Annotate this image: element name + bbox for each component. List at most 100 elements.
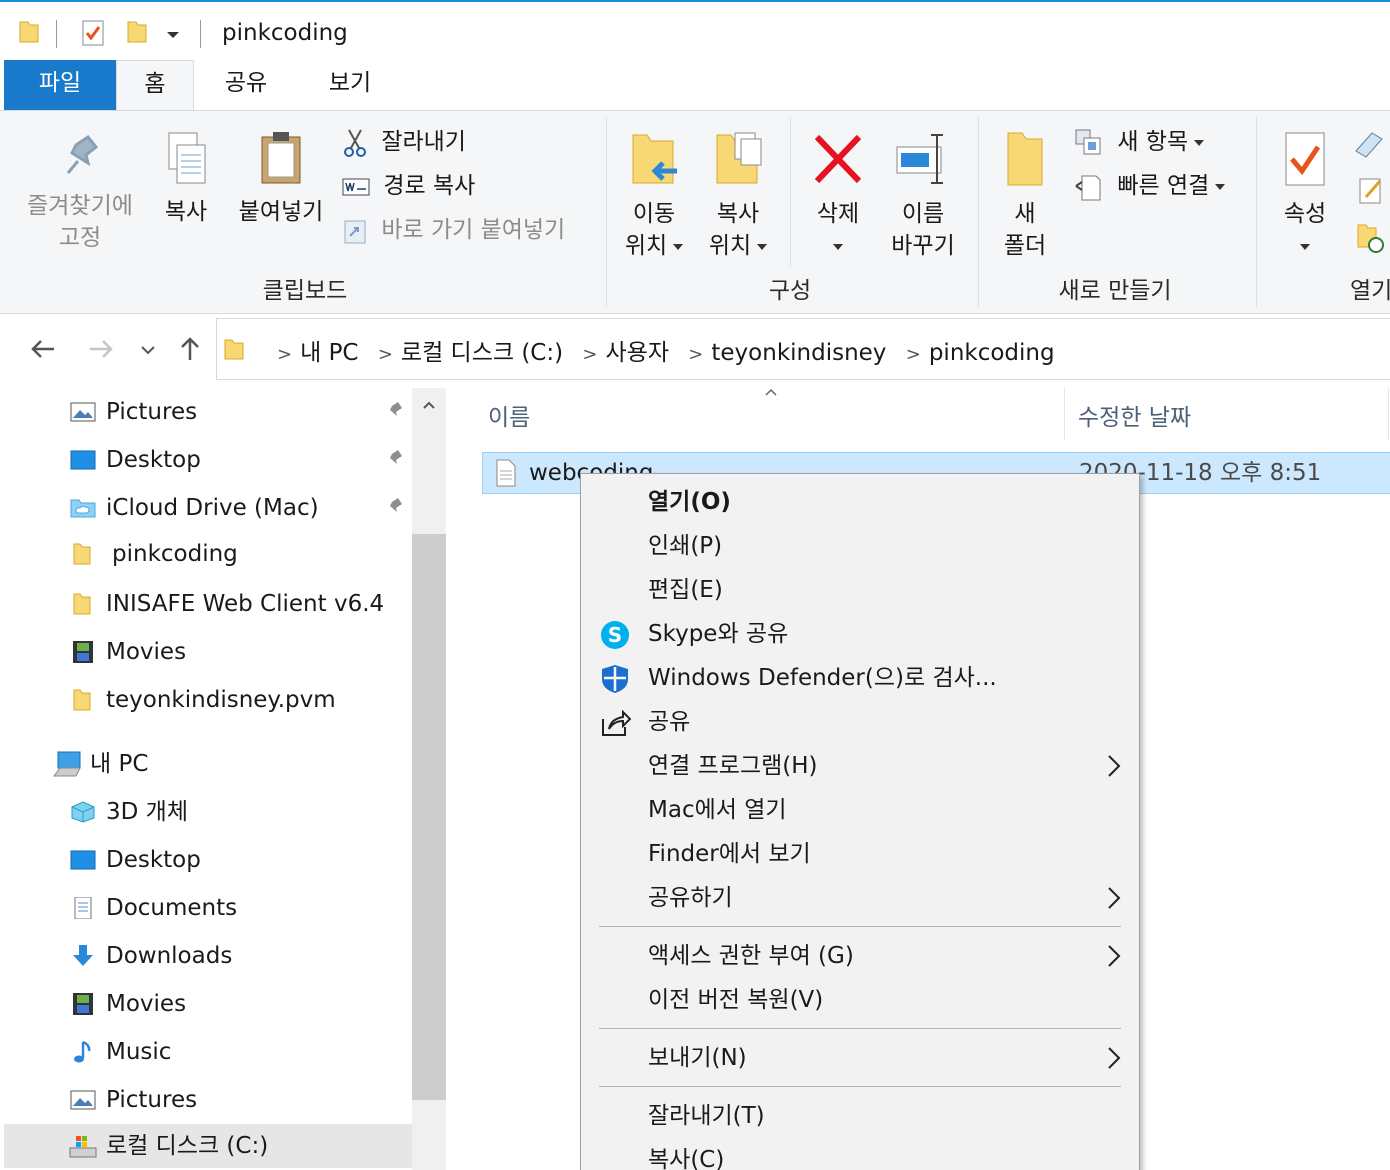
menu-item-copy[interactable]: 복사(C) bbox=[581, 1138, 1139, 1170]
tab-share[interactable]: 공유 bbox=[206, 60, 286, 110]
menu-item-skype-share[interactable]: S Skype와 공유 bbox=[581, 612, 1139, 656]
rename-icon bbox=[896, 134, 943, 184]
up-arrow-icon[interactable] bbox=[178, 336, 202, 362]
separator bbox=[790, 117, 791, 267]
nav-item-pinkcoding[interactable]: pinkcoding bbox=[0, 532, 412, 576]
customize-toolbar-icon[interactable] bbox=[166, 30, 180, 40]
copy-path-button[interactable]: 경로 복사 bbox=[342, 169, 475, 203]
navigation-bar: > 내 PC > 로컬 디스크 (C:) > 사용자 > teyonkindisney … bbox=[0, 316, 1390, 384]
pin-icon[interactable] bbox=[384, 496, 404, 520]
nav-item-pc-desktop[interactable]: Desktop bbox=[0, 838, 412, 882]
move-to-button[interactable]: 이동 위치 bbox=[614, 129, 694, 262]
crumb-current[interactable]: pinkcoding bbox=[929, 340, 1055, 366]
file-icon bbox=[496, 459, 516, 487]
column-separator[interactable] bbox=[1388, 388, 1389, 440]
nav-item-movies[interactable]: Movies bbox=[0, 630, 412, 674]
menu-label: 이전 버전 복원(V) bbox=[648, 987, 824, 1013]
address-bar[interactable]: > 내 PC > 로컬 디스크 (C:) > 사용자 > teyonkindisney … bbox=[216, 318, 1390, 380]
menu-item-print[interactable]: 인쇄(P) bbox=[581, 524, 1139, 568]
properties-quick-icon[interactable] bbox=[80, 18, 106, 48]
nav-item-downloads[interactable]: Downloads bbox=[0, 934, 412, 978]
chevron-right-icon bbox=[1108, 945, 1121, 967]
crumb-this-pc[interactable]: 내 PC bbox=[300, 340, 358, 366]
nav-item-desktop[interactable]: Desktop bbox=[0, 438, 412, 482]
open-icon[interactable] bbox=[1352, 129, 1386, 159]
crumb-user[interactable]: teyonkindisney bbox=[711, 340, 886, 366]
menu-item-cut[interactable]: 잘라내기(T) bbox=[581, 1094, 1139, 1138]
tab-view[interactable]: 보기 bbox=[310, 60, 390, 110]
rename-button[interactable]: 이름 바꾸기 bbox=[882, 129, 964, 262]
sort-ascending-icon bbox=[765, 388, 777, 396]
forward-arrow-icon[interactable] bbox=[88, 338, 114, 360]
nav-item-pictures[interactable]: Pictures bbox=[0, 390, 412, 434]
nav-scroll-thumb[interactable] bbox=[412, 534, 446, 1100]
column-header-date[interactable]: 수정한 날짜 bbox=[1078, 398, 1191, 432]
new-folder-quick-icon[interactable] bbox=[126, 18, 148, 44]
menu-item-open-in-mac[interactable]: Mac에서 열기 bbox=[581, 788, 1139, 832]
nav-item-music[interactable]: Music bbox=[0, 1030, 412, 1074]
nav-item-local-disk[interactable]: 로컬 디스크 (C:) bbox=[4, 1124, 412, 1168]
menu-label: 열기(O) bbox=[648, 489, 731, 515]
recent-locations-icon[interactable] bbox=[140, 344, 156, 356]
menu-item-send-to[interactable]: 보내기(N) bbox=[581, 1036, 1139, 1080]
copy-path-label: 경로 복사 bbox=[383, 173, 476, 199]
properties-button[interactable]: 속성 bbox=[1270, 129, 1340, 262]
pin-to-quick-access-button[interactable]: 즐겨찾기에 고정 bbox=[14, 133, 146, 254]
nav-item-icloud[interactable]: iCloud Drive (Mac) bbox=[0, 486, 412, 530]
history-icon[interactable] bbox=[1356, 221, 1386, 255]
rename-label-2: 바꾸기 bbox=[891, 233, 955, 259]
new-item-icon bbox=[1075, 129, 1101, 154]
edit-icon[interactable] bbox=[1356, 175, 1386, 205]
pin-icon[interactable] bbox=[384, 448, 404, 472]
scissors-icon bbox=[344, 129, 366, 157]
copy-to-button[interactable]: 복사 위치 bbox=[698, 129, 778, 262]
paste-label: 붙여넣기 bbox=[238, 199, 324, 225]
menu-label: Skype와 공유 bbox=[648, 621, 789, 647]
paste-button[interactable]: 붙여넣기 bbox=[232, 129, 330, 228]
menu-item-restore-versions[interactable]: 이전 버전 복원(V) bbox=[581, 978, 1139, 1022]
menu-item-open-with[interactable]: 연결 프로그램(H) bbox=[581, 744, 1139, 788]
nav-item-pc-movies[interactable]: Movies bbox=[0, 982, 412, 1026]
movies-icon bbox=[73, 641, 93, 663]
menu-item-sharing[interactable]: 공유하기 bbox=[581, 876, 1139, 920]
menu-item-defender-scan[interactable]: Windows Defender(으)로 검사... bbox=[581, 656, 1139, 700]
copy-path-icon bbox=[342, 178, 370, 195]
menu-item-give-access[interactable]: 액세스 권한 부여 (G) bbox=[581, 934, 1139, 978]
nav-item-documents[interactable]: Documents bbox=[0, 886, 412, 930]
move-to-label-2: 위치 bbox=[624, 233, 668, 259]
cut-button[interactable]: 잘라내기 bbox=[342, 125, 466, 159]
new-item-button[interactable]: 새 항목 bbox=[1074, 125, 1205, 159]
new-folder-button[interactable]: 새 폴더 bbox=[990, 129, 1060, 262]
documents-icon bbox=[74, 897, 92, 919]
pin-icon[interactable] bbox=[384, 400, 404, 424]
nav-label: 로컬 디스크 (C:) bbox=[106, 1133, 269, 1159]
menu-item-show-in-finder[interactable]: Finder에서 보기 bbox=[581, 832, 1139, 876]
nav-item-pc-pictures[interactable]: Pictures bbox=[0, 1078, 412, 1122]
menu-item-edit[interactable]: 편집(E) bbox=[581, 568, 1139, 612]
column-header-name[interactable]: 이름 bbox=[488, 398, 530, 432]
tab-home[interactable]: 홈 bbox=[116, 60, 194, 111]
folder-icon bbox=[19, 21, 39, 43]
crumb-local-disk[interactable]: 로컬 디스크 (C:) bbox=[401, 340, 563, 366]
easy-access-button[interactable]: 빠른 연결 bbox=[1074, 169, 1226, 203]
menu-item-share[interactable]: 공유 bbox=[581, 700, 1139, 744]
column-separator[interactable] bbox=[1064, 388, 1065, 440]
back-arrow-icon[interactable] bbox=[30, 338, 56, 360]
paste-shortcut-button[interactable]: 바로 가기 붙여넣기 bbox=[342, 213, 565, 247]
scroll-up-icon[interactable] bbox=[422, 400, 436, 410]
nav-item-this-pc[interactable]: 내 PC bbox=[0, 742, 412, 786]
computer-icon bbox=[53, 751, 81, 777]
clipboard-icon bbox=[261, 132, 301, 184]
nav-item-3d-objects[interactable]: 3D 개체 bbox=[0, 790, 412, 834]
nav-item-inisafe[interactable]: INISAFE Web Client v6.4 bbox=[0, 582, 412, 626]
nav-label: Movies bbox=[106, 639, 187, 665]
nav-label: Desktop bbox=[106, 847, 201, 873]
nav-item-pvm[interactable]: teyonkindisney.pvm bbox=[0, 678, 412, 722]
tab-file[interactable]: 파일 bbox=[4, 60, 116, 110]
copy-button[interactable]: 복사 bbox=[154, 129, 218, 228]
delete-button[interactable]: 삭제 bbox=[800, 129, 876, 262]
menu-item-open[interactable]: 열기(O) bbox=[581, 480, 1139, 524]
delete-label: 삭제 bbox=[816, 201, 860, 227]
properties-icon bbox=[1285, 132, 1325, 186]
crumb-users[interactable]: 사용자 bbox=[606, 340, 669, 366]
